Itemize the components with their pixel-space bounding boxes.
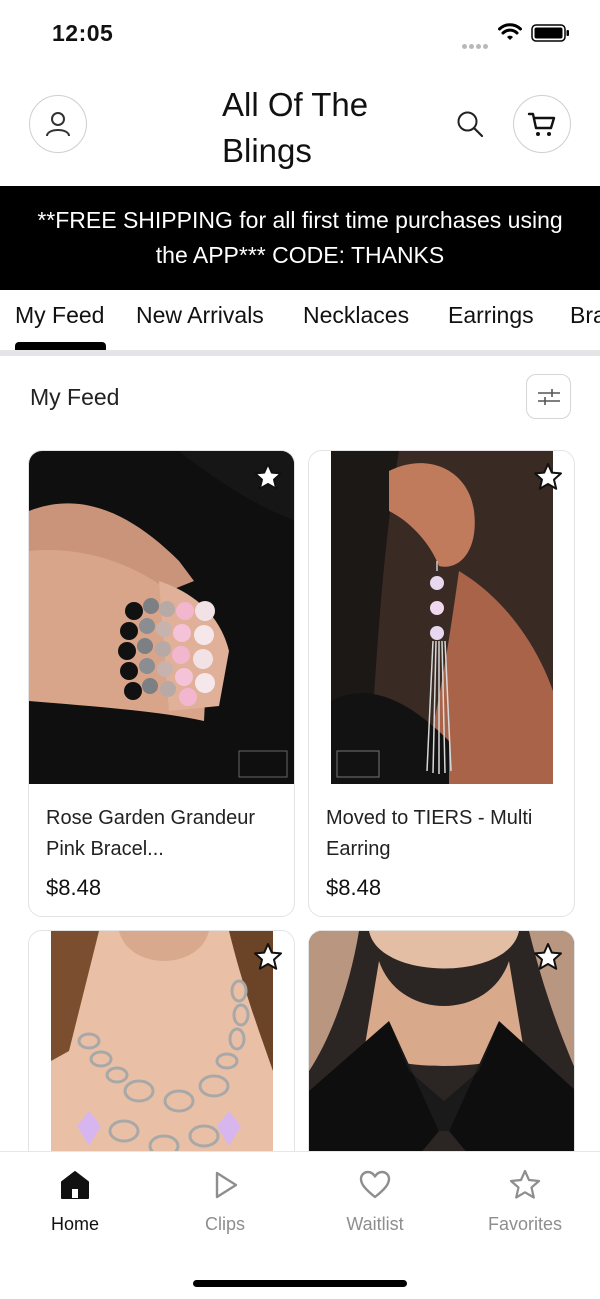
product-card[interactable]: Rose Garden Grandeur Pink Bracel... $8.4…	[28, 450, 295, 917]
wifi-icon	[498, 23, 522, 40]
battery-icon	[531, 24, 569, 42]
search-button[interactable]	[456, 110, 484, 143]
home-icon	[61, 1171, 89, 1199]
nav-favorites[interactable]: Favorites	[465, 1168, 585, 1235]
favorite-star-icon[interactable]	[532, 941, 564, 973]
signal-dots-icon	[462, 36, 490, 54]
app-header: All Of The Blings	[0, 66, 600, 186]
nav-label: Favorites	[487, 1214, 563, 1234]
product-image[interactable]	[29, 451, 294, 784]
nav-label: Waitlist	[346, 1214, 404, 1234]
product-image[interactable]	[309, 451, 574, 784]
product-price: $8.48	[326, 875, 382, 900]
filter-button[interactable]	[526, 374, 571, 419]
bracelet-beads	[118, 598, 215, 706]
section-title: My Feed	[30, 384, 120, 410]
nav-label: Home	[50, 1214, 99, 1234]
status-time: 12:05	[52, 20, 114, 46]
nav-home[interactable]: Home	[15, 1168, 135, 1235]
app-title: All Of The Blings	[222, 86, 369, 169]
favorite-star-icon[interactable]	[532, 461, 564, 493]
promo-banner[interactable]: **FREE SHIPPING for all first time purch…	[0, 186, 600, 290]
tab-new-arrivals[interactable]: New Arrivals	[136, 302, 264, 329]
product-name: Moved to TIERS - Multi Earring	[326, 807, 533, 860]
tab-bracelets[interactable]: Bracelets	[570, 302, 600, 329]
tab-my-feed[interactable]: My Feed	[15, 302, 104, 329]
status-bar: 12:05	[0, 0, 600, 66]
favorite-star-icon[interactable]	[252, 461, 284, 493]
active-tab-indicator	[15, 342, 106, 350]
nav-label: Clips	[204, 1214, 245, 1234]
product-price: $8.48	[46, 875, 102, 900]
tabs-divider	[0, 350, 600, 356]
product-name: Rose Garden Grandeur Pink Bracel...	[46, 807, 256, 860]
cart-button[interactable]	[513, 95, 571, 153]
sliders-icon	[537, 388, 560, 405]
favorite-star-icon[interactable]	[252, 941, 284, 973]
category-tabs: My Feed New Arrivals Necklaces Earrings …	[0, 290, 600, 356]
nav-waitlist[interactable]: Waitlist	[315, 1168, 435, 1235]
star-icon	[509, 1169, 541, 1199]
search-icon	[457, 111, 484, 138]
user-icon	[46, 112, 70, 137]
play-icon	[215, 1171, 238, 1199]
bottom-nav: Home Clips Waitlist Favorites	[0, 1151, 600, 1299]
tab-earrings[interactable]: Earrings	[448, 302, 534, 329]
product-card[interactable]: Moved to TIERS - Multi Earring $8.48	[308, 450, 575, 917]
cart-icon	[527, 112, 556, 136]
account-button[interactable]	[29, 95, 87, 153]
tab-necklaces[interactable]: Necklaces	[303, 302, 409, 329]
nav-clips[interactable]: Clips	[165, 1168, 285, 1235]
home-indicator	[193, 1280, 407, 1287]
heart-icon	[359, 1170, 391, 1199]
